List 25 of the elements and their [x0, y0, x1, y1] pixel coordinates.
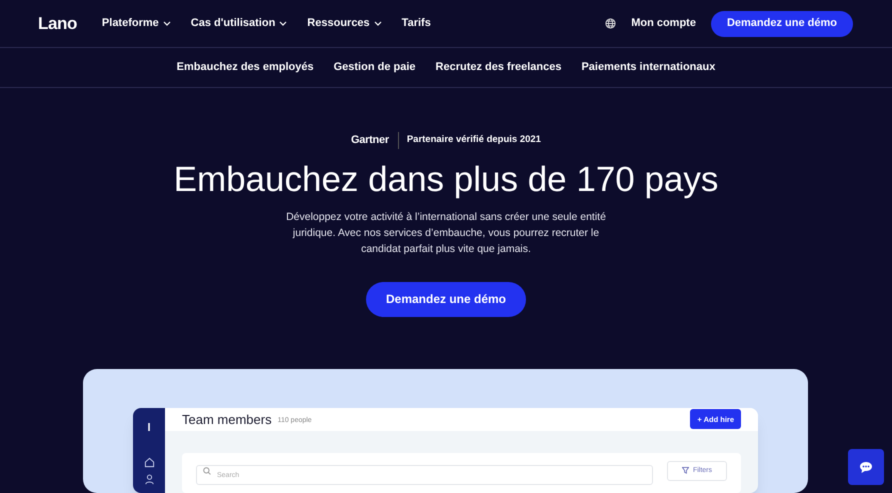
chat-button[interactable]	[848, 449, 884, 485]
demo-button[interactable]: Demandez une démo	[710, 10, 853, 36]
filter-icon	[682, 467, 689, 474]
chat-bubble-icon	[859, 460, 873, 474]
nav-link[interactable]: Tarifs	[402, 15, 431, 32]
subnav-link[interactable]: Gestion de paie	[334, 59, 416, 76]
hero-title: Embauchez dans plus de 170 pays	[174, 158, 718, 200]
person-icon[interactable]	[144, 474, 154, 484]
subnav-link[interactable]: Paiements internationaux	[581, 59, 716, 76]
nav-link[interactable]: Plateforme	[102, 15, 171, 32]
app-logo: l	[147, 421, 151, 436]
logo[interactable]: Lano	[38, 10, 77, 36]
hero-description: Développez votre activité à l’international sans créer une seule entité juridique. Avec nos services d’embauche, vous pourrez recruter le candidat parfait plus vite que jamais.	[285, 210, 607, 256]
nav-link[interactable]: Ressources	[307, 15, 382, 32]
globe-icon[interactable]	[605, 18, 616, 29]
demo-button[interactable]: Demandez une démo	[366, 282, 526, 316]
partner-badge-text: Partenaire vérifié depuis 2021	[406, 133, 541, 148]
nav-link[interactable]: Cas d'utilisation	[190, 15, 288, 32]
subnav-link[interactable]: Recrutez des freelances	[436, 59, 562, 76]
search-icon	[203, 466, 211, 475]
account-link[interactable]: Mon compte	[631, 15, 696, 32]
subnav-link[interactable]: Embauchez des employés	[176, 59, 314, 76]
page-title: Team members	[182, 410, 272, 429]
gartner-logo: Gartner	[351, 132, 399, 148]
home-icon[interactable]	[144, 456, 154, 468]
